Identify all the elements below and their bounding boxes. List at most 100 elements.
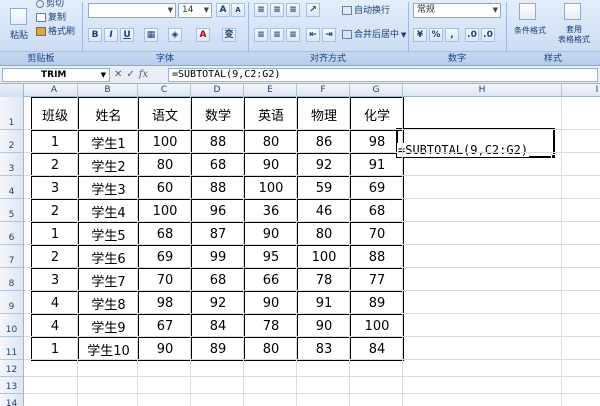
- data-cell[interactable]: 99: [191, 245, 245, 269]
- fill-handle[interactable]: [551, 154, 556, 159]
- data-cell[interactable]: 学生5: [78, 222, 139, 246]
- paste-button[interactable]: 粘贴: [6, 4, 32, 44]
- data-cell[interactable]: 92: [297, 153, 351, 177]
- row-header-9[interactable]: 9: [0, 291, 24, 314]
- data-cell[interactable]: 77: [350, 268, 404, 292]
- data-cell[interactable]: 84: [191, 314, 245, 338]
- data-cell[interactable]: 90: [244, 153, 298, 177]
- data-cell[interactable]: 69: [138, 245, 192, 269]
- data-cell[interactable]: 90: [138, 337, 192, 361]
- phonetic-button[interactable]: 变: [222, 28, 236, 42]
- underline-button[interactable]: U: [120, 28, 134, 42]
- row-header-2[interactable]: 2: [0, 130, 24, 153]
- decrease-indent-button[interactable]: ⇤: [306, 28, 320, 42]
- name-box[interactable]: TRIM ▼: [2, 68, 110, 82]
- fill-color-button[interactable]: ◈: [168, 28, 182, 42]
- shrink-font-button[interactable]: A: [231, 3, 245, 17]
- row-header-3[interactable]: 3: [0, 153, 24, 176]
- table-format-button[interactable]: 套用 表格格式: [550, 3, 598, 49]
- data-cell[interactable]: 80: [244, 337, 298, 361]
- data-cell[interactable]: 95: [244, 245, 298, 269]
- row-header-7[interactable]: 7: [0, 245, 24, 268]
- font-size-combo[interactable]: 14 ▼: [178, 3, 212, 18]
- data-cell[interactable]: 87: [191, 222, 245, 246]
- data-cell[interactable]: 学生4: [78, 199, 139, 223]
- column-header-e[interactable]: E: [244, 84, 297, 97]
- font-color-button[interactable]: A: [196, 28, 210, 42]
- data-cell[interactable]: 89: [191, 337, 245, 361]
- copy-button[interactable]: 复制: [36, 12, 66, 24]
- data-cell[interactable]: 100: [138, 130, 192, 154]
- data-cell[interactable]: 88: [191, 176, 245, 200]
- border-button[interactable]: ▦: [144, 28, 158, 42]
- editing-cell-h2[interactable]: =SUBTOTAL(9,C2:G2): [397, 143, 530, 157]
- header-cell[interactable]: 数学: [191, 97, 245, 131]
- align-left-button[interactable]: ≡: [254, 28, 268, 42]
- row-header-8[interactable]: 8: [0, 268, 24, 291]
- row-header-14[interactable]: 14: [0, 394, 24, 406]
- data-cell[interactable]: 84: [350, 337, 404, 361]
- chevron-down-icon[interactable]: ▼: [101, 69, 106, 81]
- decrease-decimal-button[interactable]: .0: [481, 28, 495, 42]
- data-cell[interactable]: 46: [297, 199, 351, 223]
- cancel-icon[interactable]: ✕: [114, 68, 122, 81]
- column-header-i[interactable]: I: [562, 84, 600, 97]
- data-cell[interactable]: 100: [138, 199, 192, 223]
- row-header-5[interactable]: 5: [0, 199, 24, 222]
- column-header-f[interactable]: F: [297, 84, 350, 97]
- data-cell[interactable]: 92: [191, 291, 245, 315]
- bold-button[interactable]: B: [88, 28, 102, 42]
- conditional-format-button[interactable]: 条件格式: [510, 3, 546, 49]
- data-cell[interactable]: 学生9: [78, 314, 139, 338]
- data-cell[interactable]: 91: [297, 291, 351, 315]
- data-cell[interactable]: 4: [31, 291, 79, 315]
- data-cell[interactable]: 70: [138, 268, 192, 292]
- data-cell[interactable]: 100: [297, 245, 351, 269]
- data-cell[interactable]: 78: [297, 268, 351, 292]
- data-cell[interactable]: 3: [31, 268, 79, 292]
- row-header-12[interactable]: 12: [0, 360, 24, 377]
- orientation-button[interactable]: ↗: [306, 3, 320, 17]
- merge-center-button[interactable]: 合并后居中 ▼: [342, 29, 406, 41]
- cut-button[interactable]: 剪切: [36, 0, 64, 10]
- formula-input[interactable]: =SUBTOTAL(9,C2:G2): [168, 68, 598, 82]
- data-cell[interactable]: 68: [191, 153, 245, 177]
- header-cell[interactable]: 英语: [244, 97, 298, 131]
- data-cell[interactable]: 36: [244, 199, 298, 223]
- data-cell[interactable]: 68: [138, 222, 192, 246]
- data-cell[interactable]: 90: [297, 314, 351, 338]
- data-cell[interactable]: 学生6: [78, 245, 139, 269]
- data-cell[interactable]: 80: [244, 130, 298, 154]
- row-header-4[interactable]: 4: [0, 176, 24, 199]
- percent-button[interactable]: %: [429, 28, 443, 42]
- column-header-d[interactable]: D: [191, 84, 244, 97]
- data-cell[interactable]: 78: [244, 314, 298, 338]
- row-header-11[interactable]: 11: [0, 337, 24, 360]
- select-all-button[interactable]: [0, 84, 24, 97]
- number-format-combo[interactable]: 常规 ▼: [413, 3, 501, 18]
- row-header-6[interactable]: 6: [0, 222, 24, 245]
- data-cell[interactable]: 88: [191, 130, 245, 154]
- data-cell[interactable]: 100: [244, 176, 298, 200]
- data-cell[interactable]: 83: [297, 337, 351, 361]
- fx-icon[interactable]: fx: [139, 68, 148, 81]
- data-cell[interactable]: 67: [138, 314, 192, 338]
- wrap-text-button[interactable]: 自动换行: [342, 5, 390, 17]
- align-top-button[interactable]: ≡: [254, 3, 268, 17]
- increase-indent-button[interactable]: ⇥: [322, 28, 336, 42]
- align-bottom-button[interactable]: ≡: [286, 3, 300, 17]
- align-middle-button[interactable]: ≡: [270, 3, 284, 17]
- header-cell[interactable]: 姓名: [78, 97, 139, 131]
- data-cell[interactable]: 2: [31, 199, 79, 223]
- increase-decimal-button[interactable]: .0: [465, 28, 479, 42]
- cell-area[interactable]: 班级 姓名 语文 数学 英语 物理 化学 1 学生1 100 88 80 86 98 2 学生2 80 68 90 9…: [24, 97, 600, 406]
- data-cell[interactable]: 100: [350, 314, 404, 338]
- data-cell[interactable]: 66: [244, 268, 298, 292]
- comma-button[interactable]: ,: [445, 28, 459, 42]
- header-cell[interactable]: 语文: [138, 97, 192, 131]
- data-cell[interactable]: 86: [297, 130, 351, 154]
- data-cell[interactable]: 学生3: [78, 176, 139, 200]
- row-header-13[interactable]: 13: [0, 377, 24, 394]
- data-cell[interactable]: 90: [244, 291, 298, 315]
- data-cell[interactable]: 60: [138, 176, 192, 200]
